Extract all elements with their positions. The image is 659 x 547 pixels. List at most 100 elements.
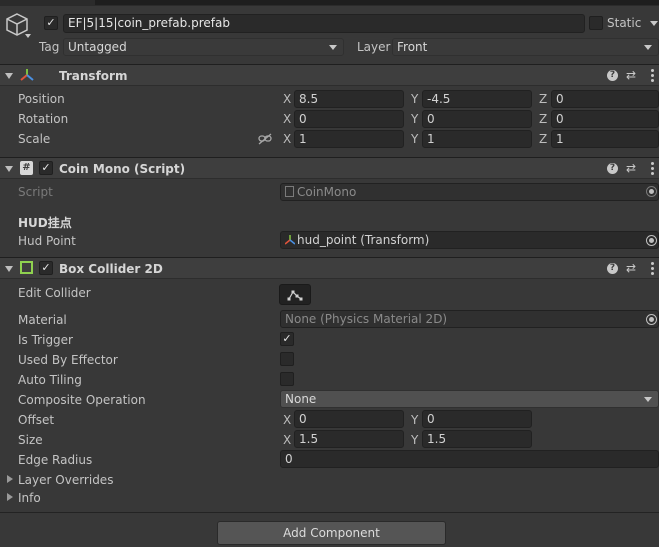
hud-point-value: hud_point (Transform) bbox=[297, 233, 430, 247]
footer-divider bbox=[0, 512, 659, 513]
hud-point-field[interactable]: hud_point (Transform) bbox=[280, 231, 659, 249]
scale-x-field[interactable]: 1 bbox=[294, 130, 404, 148]
object-picker-icon[interactable] bbox=[646, 235, 657, 246]
hud-section-header: HUD挂点 bbox=[18, 216, 72, 230]
scale-y-label[interactable]: Y bbox=[411, 132, 418, 146]
layer-label: Layer bbox=[357, 40, 391, 54]
position-x-label[interactable]: X bbox=[283, 92, 291, 106]
foldout-collapsed-icon[interactable] bbox=[7, 493, 13, 501]
scale-z-label[interactable]: Z bbox=[539, 132, 547, 146]
foldout-arrow-icon[interactable] bbox=[5, 266, 13, 272]
transform-header[interactable]: Transform ? ⇄ bbox=[0, 64, 659, 86]
transform-icon bbox=[20, 68, 34, 82]
add-component-button[interactable]: Add Component bbox=[217, 521, 446, 545]
composite-operation-dropdown[interactable]: None bbox=[280, 390, 659, 408]
context-menu-icon[interactable] bbox=[651, 69, 654, 84]
transform-icon bbox=[284, 234, 296, 245]
edge-radius-field[interactable]: 0 bbox=[280, 450, 659, 468]
rotation-x-field[interactable]: 0 bbox=[294, 110, 404, 128]
help-icon[interactable]: ? bbox=[607, 263, 618, 274]
rotation-y-label[interactable]: Y bbox=[411, 112, 418, 126]
layer-dropdown[interactable]: Front bbox=[392, 38, 659, 56]
script-file-icon bbox=[285, 186, 294, 197]
add-component-label: Add Component bbox=[283, 526, 380, 540]
presets-icon[interactable]: ⇄ bbox=[626, 161, 636, 175]
layer-value: Front bbox=[397, 40, 428, 54]
auto-tiling-checkbox[interactable] bbox=[280, 372, 294, 386]
foldout-collapsed-icon[interactable] bbox=[7, 475, 13, 483]
context-menu-icon[interactable] bbox=[651, 162, 654, 177]
static-dropdown-arrow[interactable] bbox=[650, 21, 658, 26]
offset-y-field[interactable]: 0 bbox=[422, 410, 532, 428]
scale-z-field[interactable]: 1 bbox=[551, 130, 659, 148]
coin-mono-title: Coin Mono (Script) bbox=[59, 162, 186, 176]
presets-icon[interactable]: ⇄ bbox=[626, 261, 636, 275]
layer-overrides-label[interactable]: Layer Overrides bbox=[18, 473, 113, 487]
gameobject-active-checkbox[interactable]: ✓ bbox=[44, 16, 58, 30]
edit-collider-label: Edit Collider bbox=[18, 286, 91, 300]
position-x-field[interactable]: 8.5 bbox=[294, 90, 404, 108]
edit-collider-button[interactable] bbox=[279, 284, 311, 305]
box-collider-title: Box Collider 2D bbox=[59, 262, 163, 276]
used-by-effector-checkbox[interactable] bbox=[280, 352, 294, 366]
rotation-y-field[interactable]: 0 bbox=[422, 110, 532, 128]
offset-x-field[interactable]: 0 bbox=[294, 410, 404, 428]
presets-icon[interactable]: ⇄ bbox=[626, 68, 636, 82]
edit-collider-icon bbox=[287, 290, 303, 301]
constrain-proportions-icon[interactable] bbox=[258, 133, 272, 145]
position-z-field[interactable]: 0 bbox=[551, 90, 659, 108]
offset-y-label[interactable]: Y bbox=[411, 413, 418, 427]
is-trigger-label: Is Trigger bbox=[18, 333, 73, 347]
position-label: Position bbox=[18, 92, 65, 106]
script-field: CoinMono bbox=[280, 183, 659, 201]
info-label[interactable]: Info bbox=[18, 491, 41, 505]
script-value: CoinMono bbox=[297, 185, 357, 199]
edge-radius-label: Edge Radius bbox=[18, 453, 93, 467]
prefab-menu-arrow[interactable] bbox=[25, 34, 31, 38]
used-by-effector-label: Used By Effector bbox=[18, 353, 118, 367]
size-x-field[interactable]: 1.5 bbox=[294, 430, 404, 448]
object-picker-icon[interactable] bbox=[646, 314, 657, 325]
top-strip-dark bbox=[95, 0, 659, 5]
size-y-field[interactable]: 1.5 bbox=[422, 430, 532, 448]
script-icon: # bbox=[20, 161, 33, 175]
material-field[interactable]: None (Physics Material 2D) bbox=[280, 310, 659, 328]
transform-title: Transform bbox=[59, 69, 128, 83]
chevron-down-icon bbox=[644, 45, 652, 50]
foldout-arrow-icon[interactable] bbox=[5, 73, 13, 79]
scale-y-field[interactable]: 1 bbox=[422, 130, 532, 148]
position-z-label[interactable]: Z bbox=[539, 92, 547, 106]
rotation-label: Rotation bbox=[18, 112, 69, 126]
material-label: Material bbox=[18, 313, 67, 327]
rotation-x-label[interactable]: X bbox=[283, 112, 291, 126]
tag-label: Tag bbox=[39, 40, 60, 54]
box-collider-header[interactable]: ✓ Box Collider 2D ? ⇄ bbox=[0, 257, 659, 279]
object-picker-icon[interactable] bbox=[646, 186, 657, 197]
script-label: Script bbox=[18, 185, 53, 199]
box-collider-icon bbox=[20, 261, 33, 274]
box-collider-enabled-checkbox[interactable]: ✓ bbox=[39, 261, 53, 275]
size-y-label[interactable]: Y bbox=[411, 433, 418, 447]
foldout-arrow-icon[interactable] bbox=[5, 166, 13, 172]
scale-label: Scale bbox=[18, 132, 51, 146]
offset-x-label[interactable]: X bbox=[283, 413, 291, 427]
tag-dropdown[interactable]: Untagged bbox=[63, 38, 344, 56]
is-trigger-checkbox[interactable]: ✓ bbox=[280, 332, 294, 346]
rotation-z-label[interactable]: Z bbox=[539, 112, 547, 126]
chevron-down-icon bbox=[644, 397, 652, 402]
position-y-field[interactable]: -4.5 bbox=[422, 90, 532, 108]
help-icon[interactable]: ? bbox=[607, 70, 618, 81]
help-icon[interactable]: ? bbox=[607, 163, 618, 174]
rotation-z-field[interactable]: 0 bbox=[551, 110, 659, 128]
size-x-label[interactable]: X bbox=[283, 433, 291, 447]
coin-mono-header[interactable]: # ✓ Coin Mono (Script) ? ⇄ bbox=[0, 157, 659, 179]
scale-x-label[interactable]: X bbox=[283, 132, 291, 146]
position-y-label[interactable]: Y bbox=[411, 92, 418, 106]
gameobject-name-field[interactable]: EF|5|15|coin_prefab.prefab bbox=[63, 14, 585, 33]
coin-mono-enabled-checkbox[interactable]: ✓ bbox=[39, 161, 53, 175]
chevron-down-icon bbox=[329, 45, 337, 50]
size-label: Size bbox=[18, 433, 43, 447]
tag-value: Untagged bbox=[68, 40, 127, 54]
context-menu-icon[interactable] bbox=[651, 262, 654, 277]
static-checkbox[interactable] bbox=[589, 16, 603, 30]
